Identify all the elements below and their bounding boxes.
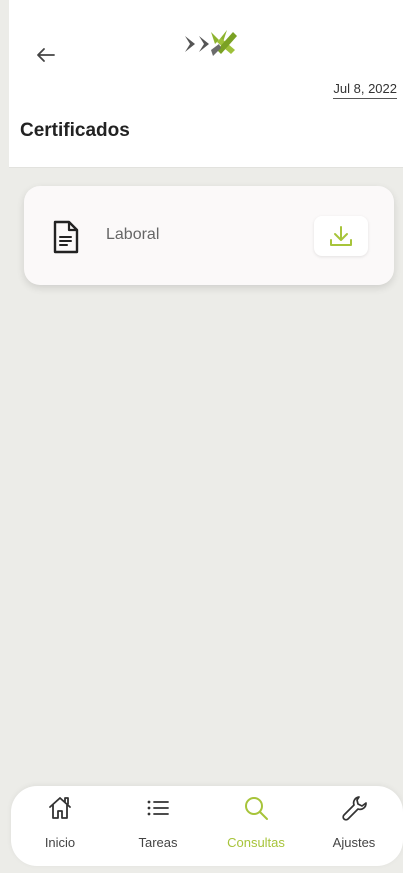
home-icon bbox=[49, 797, 71, 819]
download-icon bbox=[330, 226, 352, 246]
nav-label-inicio: Inicio bbox=[44, 835, 76, 850]
nav-item-consultas[interactable]: Consultas bbox=[211, 790, 301, 850]
search-icon bbox=[245, 797, 268, 820]
bottom-nav: Inicio Tareas Consultas Ajustes bbox=[11, 786, 403, 866]
wrench-icon bbox=[342, 796, 367, 821]
certificate-card[interactable]: Laboral bbox=[24, 186, 394, 285]
nav-item-inicio[interactable]: Inicio bbox=[15, 790, 105, 850]
back-button[interactable] bbox=[33, 42, 59, 68]
nav-item-ajustes[interactable]: Ajustes bbox=[309, 790, 399, 850]
nav-label-tareas: Tareas bbox=[138, 835, 178, 850]
document-icon bbox=[53, 220, 79, 254]
app-screen: Jul 8, 2022 Certificados Laboral Inicio … bbox=[9, 0, 403, 873]
brand-logo bbox=[185, 30, 237, 56]
header: Jul 8, 2022 Certificados bbox=[9, 0, 403, 168]
page-title: Certificados bbox=[20, 120, 130, 141]
download-button[interactable] bbox=[314, 216, 368, 256]
nav-label-ajustes: Ajustes bbox=[332, 835, 376, 850]
nav-item-tareas[interactable]: Tareas bbox=[113, 790, 203, 850]
arrow-left-icon bbox=[37, 48, 55, 62]
certificate-label: Laboral bbox=[106, 226, 160, 243]
list-icon bbox=[147, 800, 169, 816]
nav-label-consultas: Consultas bbox=[227, 835, 285, 850]
date-label[interactable]: Jul 8, 2022 bbox=[333, 81, 397, 99]
